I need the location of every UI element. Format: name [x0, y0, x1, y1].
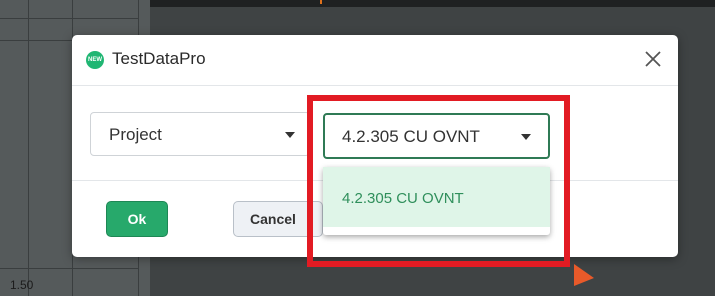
app-screen: 1.50 NEW TestDataPro Project 4.2.305 CU … [0, 0, 715, 296]
caret-down-icon [285, 132, 295, 138]
close-icon [645, 51, 661, 67]
close-button[interactable] [642, 48, 664, 70]
app-logo-icon: NEW [86, 51, 104, 69]
pointer-arrow-icon [574, 264, 594, 286]
project-select[interactable]: Project [90, 112, 310, 156]
background-accent-mark [320, 0, 322, 4]
background-axis-value: 1.50 [10, 278, 34, 292]
highlight-annotation [307, 95, 570, 267]
grid-line [0, 18, 138, 19]
grid-line [28, 0, 29, 296]
dialog-header: NEW TestDataPro [72, 35, 678, 86]
grid-line [0, 40, 72, 41]
project-select-value: Project [109, 125, 162, 144]
dialog-title: TestDataPro [112, 49, 206, 68]
ok-button[interactable]: Ok [106, 201, 168, 237]
grid-line [0, 268, 138, 269]
